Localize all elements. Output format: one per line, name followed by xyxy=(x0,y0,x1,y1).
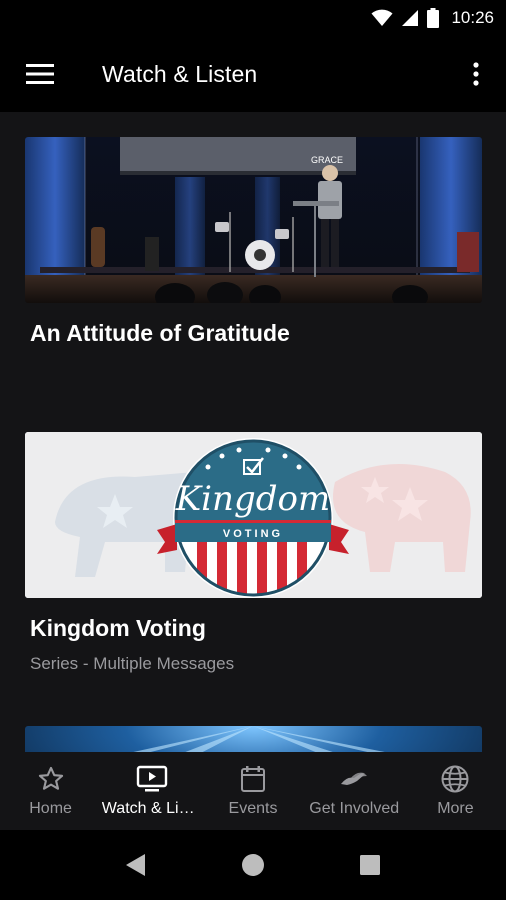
hands-icon xyxy=(338,764,370,794)
recents-square-icon xyxy=(359,855,380,875)
media-card[interactable]: GRACE An Attitude of Gratitude xyxy=(25,137,482,347)
media-card[interactable] xyxy=(25,726,482,752)
card-title: Kingdom Voting xyxy=(30,615,206,641)
status-time: 10:26 xyxy=(451,8,494,27)
star-icon xyxy=(37,764,65,794)
nav-watch-listen[interactable]: Watch & Lis… xyxy=(101,752,202,830)
overflow-menu-button[interactable] xyxy=(446,36,506,112)
menu-button[interactable] xyxy=(0,36,80,112)
nav-label: More xyxy=(437,800,474,817)
page-title: Watch & Listen xyxy=(102,60,258,87)
nav-label: Get Involved xyxy=(309,800,400,817)
system-recents-button[interactable] xyxy=(340,835,400,895)
stage-lights-photo xyxy=(25,726,482,752)
media-card[interactable]: Kingdom VOTING Kingdom Voting Series - M… xyxy=(25,432,482,674)
battery-icon xyxy=(427,8,440,28)
nav-label: Watch & Lis… xyxy=(101,800,202,817)
status-bar: 10:26 xyxy=(0,0,506,36)
cellular-signal-icon xyxy=(401,9,419,27)
logo-ribbon: VOTING xyxy=(223,528,283,540)
nav-home[interactable]: Home xyxy=(0,752,101,830)
hamburger-menu-icon xyxy=(26,64,54,84)
globe-icon xyxy=(440,764,470,794)
tv-play-icon xyxy=(136,764,168,794)
stage-speaker-photo: GRACE xyxy=(25,137,482,303)
logo-word: Kingdom xyxy=(175,479,330,519)
kingdom-voting-banner: Kingdom VOTING xyxy=(25,432,482,598)
back-icon xyxy=(126,854,146,876)
content-list[interactable]: GRACE An Attitude of Gratitude Kingdom V… xyxy=(0,112,506,752)
home-circle-icon xyxy=(241,854,264,876)
nav-get-involved[interactable]: Get Involved xyxy=(304,752,405,830)
bottom-navigation: Home Watch & Lis… Events Get Involved Mo… xyxy=(0,752,506,830)
more-vert-icon xyxy=(473,62,479,86)
system-back-button[interactable] xyxy=(106,835,166,895)
nav-events[interactable]: Events xyxy=(202,752,303,830)
system-home-button[interactable] xyxy=(223,835,283,895)
nav-label: Home xyxy=(29,800,72,817)
system-navigation-bar xyxy=(0,830,506,900)
calendar-icon xyxy=(240,764,266,794)
screen-text: GRACE xyxy=(311,155,343,165)
nav-label: Events xyxy=(228,800,278,817)
card-title: An Attitude of Gratitude xyxy=(30,320,290,346)
nav-more[interactable]: More xyxy=(405,752,506,830)
wifi-icon xyxy=(371,9,393,27)
card-subtitle: Series - Multiple Messages xyxy=(30,654,235,673)
app-bar: Watch & Listen xyxy=(0,36,506,112)
